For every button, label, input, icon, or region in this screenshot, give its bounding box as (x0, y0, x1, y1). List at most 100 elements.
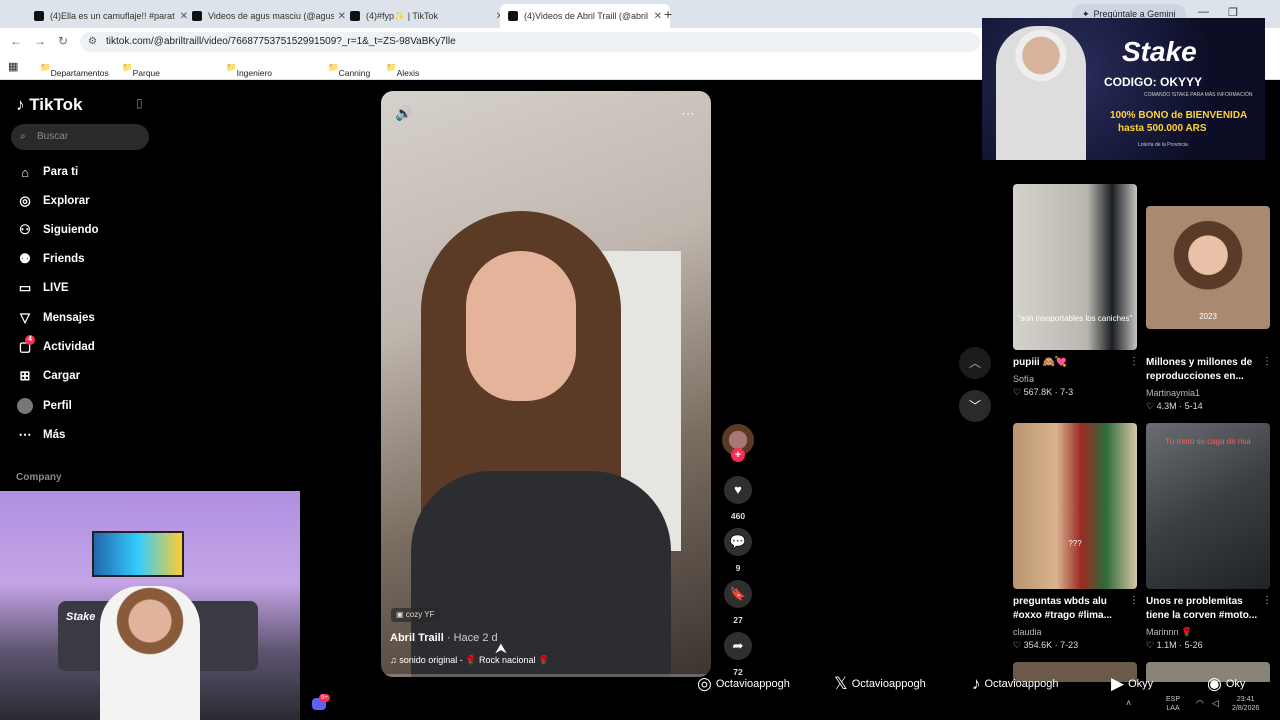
webcam-overlay: Stake (0, 491, 300, 720)
comment-icon: 💬 (729, 534, 747, 549)
company-section-label[interactable]: Company (16, 472, 62, 483)
bookmark-folder[interactable]: 📁 Alexis (386, 62, 419, 78)
music-note-icon: ♫ (390, 655, 397, 665)
tiktok-favicon-icon (350, 11, 360, 21)
search-input[interactable]: ⌕ Buscar (11, 124, 149, 150)
more-options-icon[interactable]: ⋮ (1262, 356, 1272, 367)
effect-badge[interactable]: ▣ cozy YF (391, 608, 440, 622)
video-progress-bar[interactable] (381, 674, 711, 677)
chevron-down-icon: ﹀ (968, 399, 981, 413)
video-thumbnail[interactable]: 2023 (1146, 206, 1270, 329)
live-icon: ▭ (18, 280, 32, 295)
spotify-icon: ◉ (1207, 674, 1222, 693)
following-icon: ⚇ (19, 222, 31, 237)
video-subject-shirt (411, 471, 671, 677)
volume-icon[interactable]: 🔊 (395, 105, 412, 122)
tiktok-logo[interactable]: ♪ TikTok (16, 95, 82, 115)
activity-badge: 4 (25, 335, 35, 345)
profile-avatar (16, 398, 34, 415)
bookmark-folder[interactable]: 📁 Canning (328, 62, 370, 78)
save-button[interactable]: 🔖 (724, 580, 752, 608)
tiktok-icon: ♪ (972, 674, 981, 693)
video-thumbnail[interactable]: Tu moto se caga de risa (1146, 423, 1270, 589)
forward-icon[interactable]: → (34, 34, 46, 48)
language-indicator[interactable]: ESP LAA (1166, 695, 1180, 713)
nav-item-friends[interactable]: ⚉ Friends (16, 249, 84, 269)
tiktok-favicon-icon (192, 11, 202, 21)
browser-tab[interactable]: (4)Ella es un camuflaje!! #parat ✕ (26, 4, 196, 28)
nav-item-cargar[interactable]: ⊞ Cargar (16, 366, 81, 386)
chair-brand-text: Stake (66, 611, 96, 623)
mouse-cursor-icon: ⮝ (495, 640, 507, 656)
heart-icon: ♥ (734, 482, 742, 497)
chevron-up-tray-icon[interactable]: ˄ (1126, 698, 1131, 708)
social-handle: ◉ Oky (1207, 674, 1246, 693)
more-options-icon[interactable]: ⋮ (1129, 356, 1139, 367)
previous-video-button[interactable]: ︿ (959, 347, 991, 379)
chevron-up-icon: ︿ (968, 356, 981, 370)
follow-plus-icon[interactable]: + (731, 448, 745, 462)
bookmark-folder[interactable]: 📁 Parque Leloir - Zon... (122, 62, 160, 98)
reload-icon[interactable]: ↻ (58, 34, 68, 48)
site-info-icon[interactable]: ⚙ (88, 32, 97, 52)
wifi-icon[interactable]: ◠ (1196, 698, 1204, 709)
nav-item-para-ti[interactable]: ⌂ Para ti (16, 162, 78, 182)
bookmark-folder[interactable]: 📁 Ingeniero Maschti... (226, 62, 273, 88)
social-handle: ▶ Okyy (1111, 674, 1154, 693)
browser-tab[interactable]: (4)#fyp✨ | TikTok✕ (342, 4, 512, 28)
nav-item-actividad[interactable]: ▢ 4 Actividad (16, 335, 95, 357)
streamer (100, 586, 200, 720)
video-player[interactable]: 🔊 ⋯ ▣ cozy YF Abril Traill · Hace 2 d ♫ … (381, 91, 711, 677)
more-options-icon[interactable]: ⋮ (1129, 595, 1139, 606)
comment-button[interactable]: 💬 (724, 528, 752, 556)
browser-tab-active[interactable]: (4)Videos de Abril Traill (@abril ✕ (500, 4, 670, 28)
back-icon[interactable]: ← (10, 34, 22, 48)
clock[interactable]: 23:41 2/8/2026 (1232, 695, 1259, 713)
like-button[interactable]: ♥ (724, 476, 752, 504)
upload-icon: ⊞ (19, 368, 31, 383)
social-handle: ♪ Octavioappogh (972, 674, 1059, 693)
video-sound[interactable]: ♫ sonido original - 🌹 Rock nacional 🌹 (390, 655, 549, 666)
nav-item-live[interactable]: ▭ LIVE (16, 278, 69, 298)
search-icon: ⌕ (20, 131, 26, 142)
new-tab-button[interactable]: + (664, 6, 672, 22)
collapse-sidebar-icon[interactable]: ▯ (136, 96, 143, 110)
url-field[interactable]: ⚙ tiktok.com/@abriltraill/video/766877537… (80, 32, 980, 52)
activity-icon: ▢ 4 (16, 335, 35, 355)
ad-amount: hasta 500.000 ARS (1118, 123, 1207, 134)
social-handle: ◎ Octavioappogh (697, 674, 790, 693)
ad-bonus: 100% BONO de BIENVENIDA (1110, 110, 1248, 121)
ad-lottery: Lotería de la Provincia (1138, 142, 1188, 148)
bookmark-icon: 🔖 (729, 586, 747, 601)
next-video-button[interactable]: ﹀ (959, 390, 991, 422)
video-thumbnail[interactable]: ??? (1013, 423, 1137, 589)
compass-icon: ◎ (19, 193, 31, 208)
nav-item-siguiendo[interactable]: ⚇ Siguiendo (16, 220, 98, 240)
nav-item-mensajes[interactable]: ▽ Mensajes (16, 308, 95, 328)
more-options-icon[interactable]: ⋮ (1262, 595, 1272, 606)
nav-item-explorar[interactable]: ◎ Explorar (16, 191, 89, 211)
stake-ad-banner[interactable]: Stake CODIGO: OKYYY COMANDO !STAKE PARA … (982, 18, 1265, 160)
ad-brand: Stake (1122, 36, 1197, 67)
messages-icon: ▽ (20, 310, 30, 325)
ad-small-text: COMANDO !STAKE PARA MÁS INFORMACIÓN (1144, 92, 1253, 98)
browser-tab[interactable]: Videos de agus masciu (@agus ✕ (184, 4, 354, 28)
apps-grid-icon[interactable]: ▦ (8, 60, 18, 73)
more-options-icon[interactable]: ⋯ (681, 105, 695, 122)
close-tab-icon[interactable]: ✕ (654, 11, 662, 22)
share-icon: ➦ (732, 638, 744, 653)
nav-item-perfil[interactable]: Perfil (16, 396, 72, 416)
bookmark-folder[interactable]: 📁 Departamentos (40, 62, 109, 78)
instagram-icon: ◎ (697, 674, 712, 693)
share-button[interactable]: ➦ (724, 632, 752, 660)
friends-icon: ⚉ (19, 251, 31, 266)
more-icon: ⋯ (18, 427, 32, 442)
taskbar (300, 691, 1280, 720)
video-thumbnail[interactable]: "son insoportables los caniches" (1013, 184, 1137, 350)
ad-code: CODIGO: OKYYY (1104, 75, 1203, 89)
ad-person (996, 26, 1086, 160)
speaker-icon[interactable]: ◁ (1212, 698, 1219, 709)
video-author[interactable]: Abril Traill · Hace 2 d (390, 632, 498, 644)
minimize-icon[interactable]: — (1198, 6, 1209, 18)
nav-item-mas[interactable]: ⋯ Más (16, 425, 66, 445)
